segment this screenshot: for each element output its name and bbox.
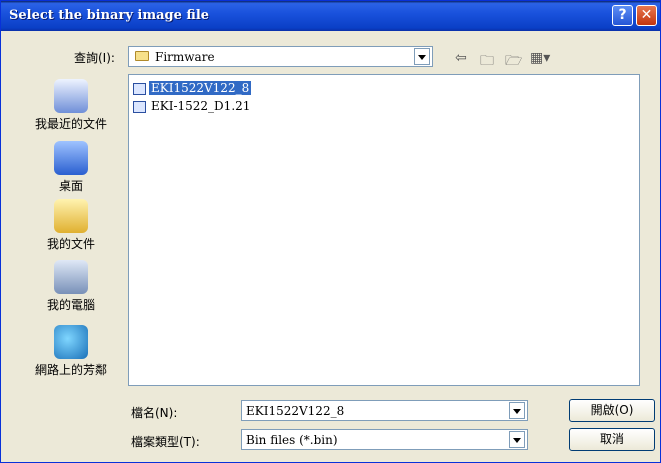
recent-documents-icon [54, 79, 88, 113]
up-folder-icon[interactable]: 🗀 [480, 50, 494, 74]
place-my-computer[interactable]: 我的電腦 [21, 260, 121, 313]
place-my-documents[interactable]: 我的文件 [21, 199, 121, 252]
chevron-down-icon[interactable] [509, 402, 525, 419]
file-list[interactable]: EKI1522V122_8 EKI-1522_D1.21 [128, 74, 640, 386]
place-network[interactable]: 網路上的芳鄰 [21, 325, 121, 378]
file-icon [133, 100, 146, 113]
file-name: EKI-1522_D1.21 [151, 99, 251, 113]
lookin-label: 查詢(I): [74, 51, 115, 65]
back-icon[interactable]: ⇦ [455, 50, 467, 66]
filetype-label: 檔案類型(T): [131, 435, 200, 449]
file-icon [133, 82, 146, 95]
filename-field[interactable]: EKI1522V122_8 [241, 400, 528, 421]
open-button[interactable]: 開啟(O) [569, 399, 655, 422]
lookin-value: Firmware [155, 50, 215, 64]
my-documents-icon [54, 199, 88, 233]
chevron-down-icon[interactable] [509, 431, 525, 448]
place-desktop[interactable]: 桌面 [21, 141, 121, 194]
my-computer-icon [54, 260, 88, 294]
place-recent[interactable]: 我最近的文件 [21, 79, 121, 132]
places-bar: 我最近的文件 桌面 我的文件 我的電腦 網路上的芳鄰 [21, 73, 121, 391]
network-places-icon [54, 325, 88, 359]
file-item[interactable]: EKI1522V122_8 [133, 81, 252, 97]
filetype-value: Bin files (*.bin) [246, 433, 338, 447]
place-desktop-label: 桌面 [58, 179, 83, 193]
help-icon[interactable]: ? [612, 5, 633, 26]
filename-value: EKI1522V122_8 [246, 404, 345, 418]
dialog-title: Select the binary image file [9, 8, 210, 23]
cancel-button[interactable]: 取消 [569, 428, 655, 451]
open-file-dialog: Select the binary image file ? ✕ 查詢(I): … [0, 0, 661, 463]
desktop-icon [54, 141, 88, 175]
filename-label: 檔名(N): [131, 406, 178, 420]
file-item[interactable]: EKI-1522_D1.21 [133, 99, 252, 115]
title-bar: Select the binary image file ? ✕ [1, 1, 660, 31]
file-name: EKI1522V122_8 [149, 81, 252, 95]
place-recent-label: 我最近的文件 [34, 117, 107, 131]
place-network-label: 網路上的芳鄰 [34, 363, 107, 377]
folder-icon [135, 51, 149, 61]
close-icon[interactable]: ✕ [636, 5, 657, 26]
chevron-down-icon[interactable] [414, 48, 430, 65]
lookin-dropdown[interactable]: Firmware [128, 46, 433, 67]
new-folder-icon[interactable]: 🗁 [505, 50, 522, 74]
views-menu-icon[interactable]: ▦▾ [530, 50, 550, 66]
place-my-documents-label: 我的文件 [46, 237, 95, 251]
place-my-computer-label: 我的電腦 [46, 298, 95, 312]
filetype-dropdown[interactable]: Bin files (*.bin) [241, 429, 528, 450]
